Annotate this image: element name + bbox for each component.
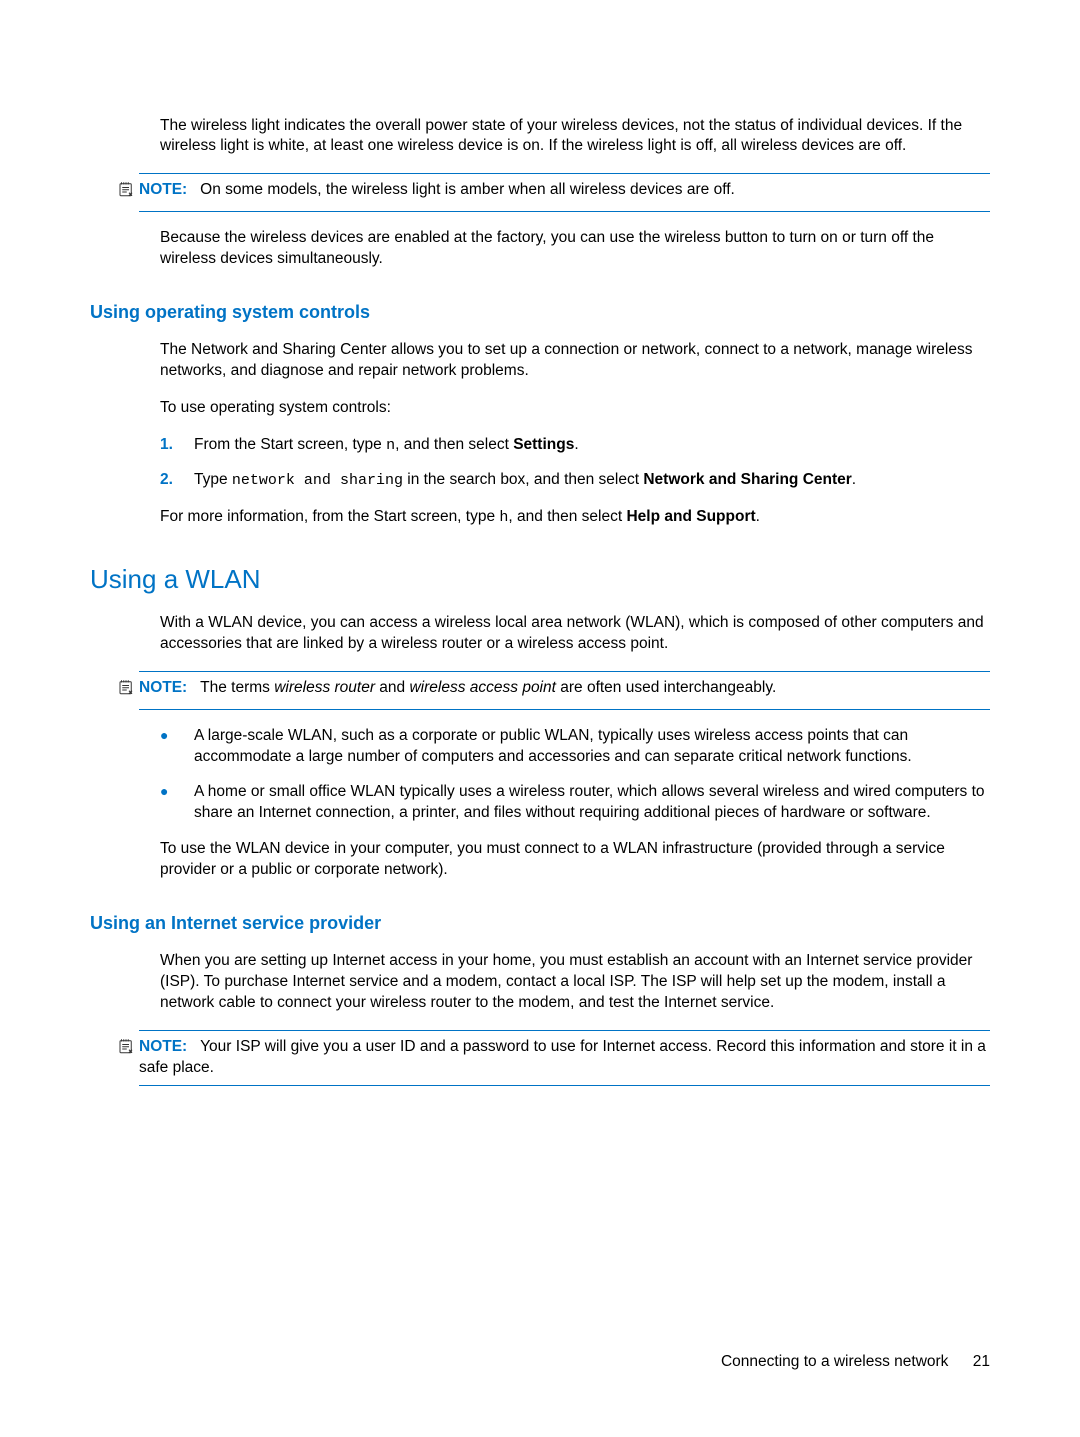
step-body: From the Start screen, type n, and then … bbox=[194, 435, 990, 456]
list-item: ● A large-scale WLAN, such as a corporat… bbox=[160, 726, 990, 768]
list-item: 1. From the Start screen, type n, and th… bbox=[160, 435, 990, 456]
heading-using-wlan: Using a WLAN bbox=[90, 562, 990, 597]
text-run: in the search box, and then select bbox=[403, 471, 643, 488]
intro-paragraph-2: Because the wireless devices are enabled… bbox=[160, 228, 990, 270]
note-text-1: NOTE: On some models, the wireless light… bbox=[139, 180, 990, 201]
os-paragraph-3: For more information, from the Start scr… bbox=[160, 507, 990, 528]
list-item: 2. Type network and sharing in the searc… bbox=[160, 470, 990, 491]
text-run: For more information, from the Start scr… bbox=[160, 508, 499, 525]
note-box-1: NOTE: On some models, the wireless light… bbox=[139, 173, 990, 212]
text-run: , and then select bbox=[508, 508, 626, 525]
note-box-2: NOTE: The terms wireless router and wire… bbox=[139, 671, 990, 710]
bold-text: Network and Sharing Center bbox=[643, 471, 851, 488]
list-item: ● A home or small office WLAN typically … bbox=[160, 782, 990, 824]
text-run: Type bbox=[194, 471, 232, 488]
note-label: NOTE: bbox=[139, 679, 187, 696]
italic-text: wireless access point bbox=[409, 679, 555, 696]
note-label: NOTE: bbox=[139, 181, 187, 198]
text-run: From the Start screen, type bbox=[194, 436, 386, 453]
text-run: . bbox=[574, 436, 578, 453]
heading-os-controls: Using operating system controls bbox=[90, 300, 990, 324]
bullet-icon: ● bbox=[160, 726, 194, 768]
bullet-icon: ● bbox=[160, 782, 194, 824]
intro-paragraph-1: The wireless light indicates the overall… bbox=[160, 116, 990, 158]
os-steps-list: 1. From the Start screen, type n, and th… bbox=[160, 435, 990, 492]
text-run: , and then select bbox=[395, 436, 513, 453]
code-text: network and sharing bbox=[232, 472, 403, 489]
note-box-3: NOTE: Your ISP will give you a user ID a… bbox=[139, 1030, 990, 1086]
note-body: On some models, the wireless light is am… bbox=[200, 181, 735, 198]
text-run: are often used interchangeably. bbox=[556, 679, 776, 696]
os-paragraph-2: To use operating system controls: bbox=[160, 398, 990, 419]
text-run: . bbox=[756, 508, 760, 525]
note-label: NOTE: bbox=[139, 1038, 187, 1055]
note-text-2: NOTE: The terms wireless router and wire… bbox=[139, 678, 990, 699]
bold-text: Settings bbox=[513, 436, 574, 453]
wlan-paragraph-2: To use the WLAN device in your computer,… bbox=[160, 839, 990, 881]
note-text-3: NOTE: Your ISP will give you a user ID a… bbox=[139, 1037, 990, 1079]
text-run: The terms bbox=[200, 679, 274, 696]
text-run: and bbox=[375, 679, 409, 696]
note-icon bbox=[117, 678, 137, 703]
note-icon bbox=[117, 1037, 137, 1062]
footer-page-number: 21 bbox=[973, 1353, 990, 1370]
heading-isp: Using an Internet service provider bbox=[90, 911, 990, 935]
bold-text: Help and Support bbox=[626, 508, 755, 525]
footer-section-title: Connecting to a wireless network bbox=[721, 1353, 948, 1370]
wlan-bullet-list: ● A large-scale WLAN, such as a corporat… bbox=[160, 726, 990, 824]
isp-paragraph-1: When you are setting up Internet access … bbox=[160, 951, 990, 1014]
bullet-body: A home or small office WLAN typically us… bbox=[194, 782, 990, 824]
code-text: n bbox=[386, 437, 395, 454]
step-number: 2. bbox=[160, 470, 194, 491]
bullet-body: A large-scale WLAN, such as a corporate … bbox=[194, 726, 990, 768]
step-body: Type network and sharing in the search b… bbox=[194, 470, 990, 491]
note-body: Your ISP will give you a user ID and a p… bbox=[139, 1038, 986, 1076]
page-footer: Connecting to a wireless network 21 bbox=[721, 1352, 990, 1373]
note-icon bbox=[117, 180, 137, 205]
text-run: . bbox=[852, 471, 856, 488]
wlan-paragraph-1: With a WLAN device, you can access a wir… bbox=[160, 613, 990, 655]
os-paragraph-1: The Network and Sharing Center allows yo… bbox=[160, 340, 990, 382]
step-number: 1. bbox=[160, 435, 194, 456]
italic-text: wireless router bbox=[274, 679, 375, 696]
